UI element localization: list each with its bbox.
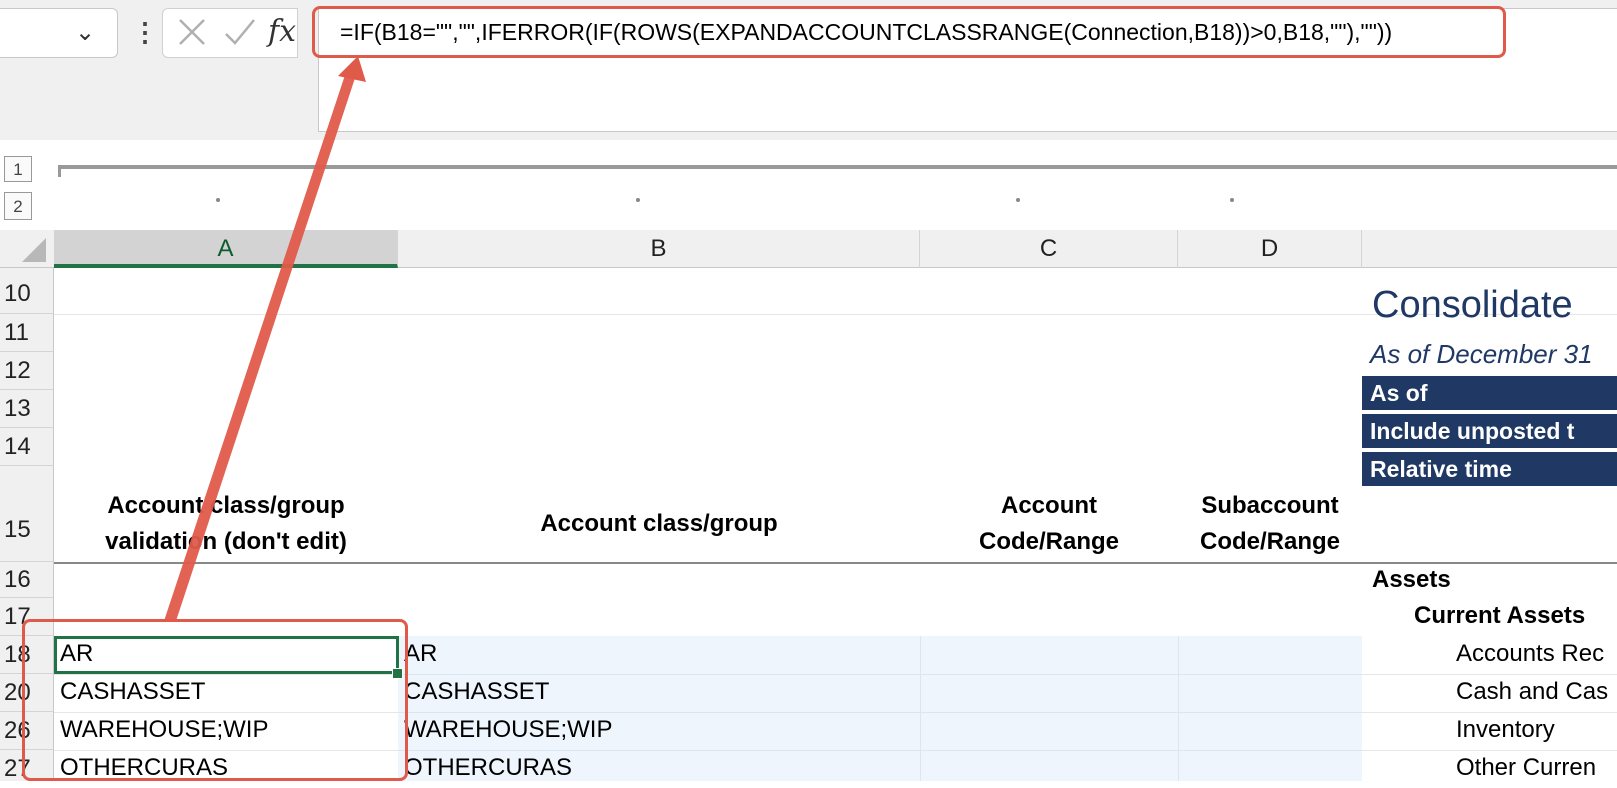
cell-b18[interactable]: AR [404, 636, 437, 672]
header-col-d-line2[interactable]: Code/Range [1178, 524, 1362, 560]
column-header-d[interactable]: D [1178, 230, 1362, 268]
column-header-c[interactable]: C [920, 230, 1178, 268]
gridline [920, 636, 921, 781]
row-label[interactable]: Cash and Cas [1456, 674, 1608, 710]
row-header[interactable]: 12 [0, 352, 54, 390]
gridline [1178, 636, 1179, 781]
outline-dot [1016, 198, 1020, 202]
column-header-a[interactable]: A [54, 230, 398, 268]
header-col-a-line1[interactable]: Account class/group [54, 488, 398, 524]
report-subtitle[interactable]: As of December 31 [1370, 336, 1593, 372]
outline-level-2-button[interactable]: 2 [4, 192, 32, 220]
cancel-icon[interactable] [172, 12, 212, 52]
annotation-formula-highlight [312, 6, 1506, 58]
relative-time-label[interactable]: Relative time [1362, 452, 1617, 486]
insert-function-icon[interactable]: fx [268, 10, 302, 54]
section-current-assets[interactable]: Current Assets [1414, 598, 1585, 634]
row-header[interactable]: 14 [0, 428, 54, 466]
header-col-b[interactable]: Account class/group [398, 506, 920, 542]
more-options-icon[interactable]: ⋮ [132, 14, 158, 50]
row-header[interactable]: 11 [0, 314, 54, 352]
name-box[interactable] [0, 8, 118, 58]
outline-level-1-button[interactable]: 1 [4, 156, 32, 182]
row-label[interactable]: Accounts Rec [1456, 636, 1604, 672]
chevron-down-icon[interactable]: ⌄ [70, 18, 100, 48]
section-assets[interactable]: Assets [1372, 562, 1451, 598]
row-header[interactable]: 10 [0, 268, 54, 314]
header-col-d-line1[interactable]: Subaccount [1178, 488, 1362, 524]
report-title[interactable]: Consolidate [1372, 282, 1573, 328]
outline-dot [216, 198, 220, 202]
cell-b26[interactable]: WAREHOUSE;WIP [404, 712, 612, 748]
header-col-a-line2[interactable]: validation (don't edit) [54, 524, 398, 560]
row-label[interactable]: Inventory [1456, 712, 1555, 748]
cell-b20[interactable]: CASHASSET [404, 674, 549, 710]
outline-bar[interactable] [60, 165, 1617, 169]
outline-dot [1230, 198, 1234, 202]
header-col-c-line2[interactable]: Code/Range [920, 524, 1178, 560]
row-header[interactable]: 16 [0, 562, 54, 598]
row-header[interactable]: 13 [0, 390, 54, 428]
column-header-e[interactable] [1362, 230, 1617, 268]
annotation-cells-highlight [22, 619, 408, 781]
include-unposted-label[interactable]: Include unposted t [1362, 414, 1617, 448]
row-header[interactable]: 15 [0, 466, 54, 562]
column-header-b[interactable]: B [398, 230, 920, 268]
select-all-button[interactable] [0, 230, 54, 268]
header-col-c-line1[interactable]: Account [920, 488, 1178, 524]
outline-dot [636, 198, 640, 202]
checkmark-icon[interactable] [220, 12, 260, 52]
as-of-label[interactable]: As of [1362, 376, 1617, 410]
